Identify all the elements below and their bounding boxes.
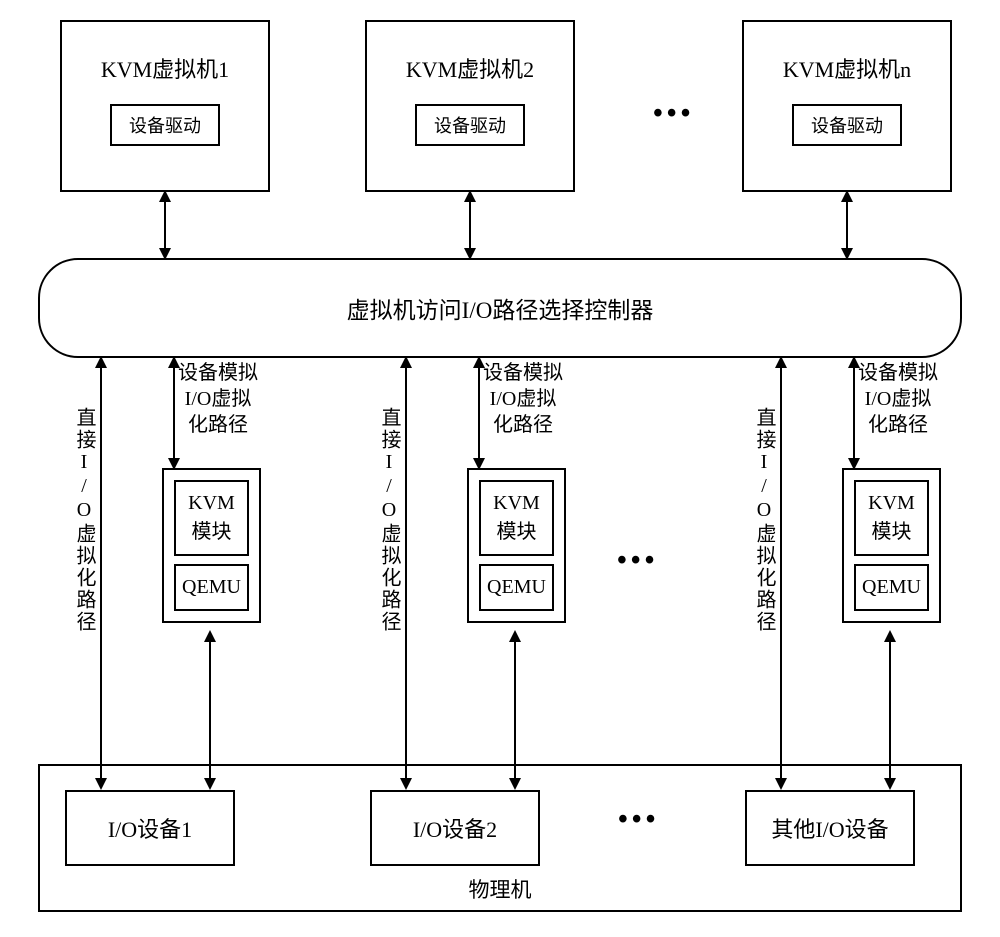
arrow-direct-n bbox=[780, 358, 782, 788]
emulation-path-label-1: 设备模拟 I/O虚拟 化路径 bbox=[178, 360, 258, 438]
direct-path-label-n: 直接I/O虚拟化路径 bbox=[750, 407, 779, 633]
arrow-emu-top-2 bbox=[478, 358, 480, 468]
arrow-direct-1 bbox=[100, 358, 102, 788]
emu-line2: I/O虚拟 bbox=[858, 386, 938, 412]
driver-box-2: 设备驱动 bbox=[415, 104, 525, 146]
kvm-module-2: KVM 模块 bbox=[479, 480, 554, 556]
vm-dots: ••• bbox=[653, 98, 694, 130]
vm-title-n: KVM虚拟机n bbox=[744, 22, 950, 104]
physical-machine-box: I/O设备1 I/O设备2 ••• 其他I/O设备 物理机 bbox=[38, 764, 962, 912]
emu-line3: 化路径 bbox=[483, 412, 563, 438]
emulation-path-label-2: 设备模拟 I/O虚拟 化路径 bbox=[483, 360, 563, 438]
arrow-head bbox=[509, 630, 521, 642]
arrow-head bbox=[159, 190, 171, 202]
emu-line1: 设备模拟 bbox=[858, 360, 938, 386]
modules-box-1: KVM 模块 QEMU bbox=[162, 468, 261, 623]
direct-path-label-1: 直接I/O虚拟化路径 bbox=[70, 407, 99, 633]
kvm-module-n: KVM 模块 bbox=[854, 480, 929, 556]
vm-box-n: KVM虚拟机n 设备驱动 bbox=[742, 20, 952, 192]
arrow-head bbox=[884, 630, 896, 642]
emu-line3: 化路径 bbox=[178, 412, 258, 438]
kvm-module-1: KVM 模块 bbox=[174, 480, 249, 556]
vm-title-1: KVM虚拟机1 bbox=[62, 22, 268, 104]
emu-line1: 设备模拟 bbox=[178, 360, 258, 386]
controller-label: 虚拟机访问I/O路径选择控制器 bbox=[347, 291, 654, 325]
io-device-other: 其他I/O设备 bbox=[745, 790, 915, 866]
modules-box-2: KVM 模块 QEMU bbox=[467, 468, 566, 623]
qemu-module-n: QEMU bbox=[854, 564, 929, 611]
vm-box-2: KVM虚拟机2 设备驱动 bbox=[365, 20, 575, 192]
vm-box-1: KVM虚拟机1 设备驱动 bbox=[60, 20, 270, 192]
direct-path-label-2: 直接I/O虚拟化路径 bbox=[375, 407, 404, 633]
emulation-path-label-n: 设备模拟 I/O虚拟 化路径 bbox=[858, 360, 938, 438]
physical-label: 物理机 bbox=[469, 874, 532, 904]
modules-box-n: KVM 模块 QEMU bbox=[842, 468, 941, 623]
emu-line1: 设备模拟 bbox=[483, 360, 563, 386]
arrow-head bbox=[464, 190, 476, 202]
emu-line3: 化路径 bbox=[858, 412, 938, 438]
vm-title-2: KVM虚拟机2 bbox=[367, 22, 573, 104]
io-device-2: I/O设备2 bbox=[370, 790, 540, 866]
arrow-head bbox=[473, 356, 485, 368]
emu-line2: I/O虚拟 bbox=[483, 386, 563, 412]
emu-line2: I/O虚拟 bbox=[178, 386, 258, 412]
qemu-module-2: QEMU bbox=[479, 564, 554, 611]
driver-box-1: 设备驱动 bbox=[110, 104, 220, 146]
arrow-direct-2 bbox=[405, 358, 407, 788]
arrow-emu-top-1 bbox=[173, 358, 175, 468]
arrow-head bbox=[95, 356, 107, 368]
path-dots: ••• bbox=[617, 545, 658, 577]
arrow-head bbox=[204, 630, 216, 642]
arrow-head bbox=[848, 356, 860, 368]
arrow-head bbox=[400, 356, 412, 368]
controller-box: 虚拟机访问I/O路径选择控制器 bbox=[38, 258, 962, 358]
io-device-1: I/O设备1 bbox=[65, 790, 235, 866]
driver-box-n: 设备驱动 bbox=[792, 104, 902, 146]
arrow-head bbox=[775, 356, 787, 368]
qemu-module-1: QEMU bbox=[174, 564, 249, 611]
arrow-head bbox=[841, 190, 853, 202]
arrow-head bbox=[168, 356, 180, 368]
device-dots: ••• bbox=[618, 804, 659, 836]
arrow-emu-top-n bbox=[853, 358, 855, 468]
